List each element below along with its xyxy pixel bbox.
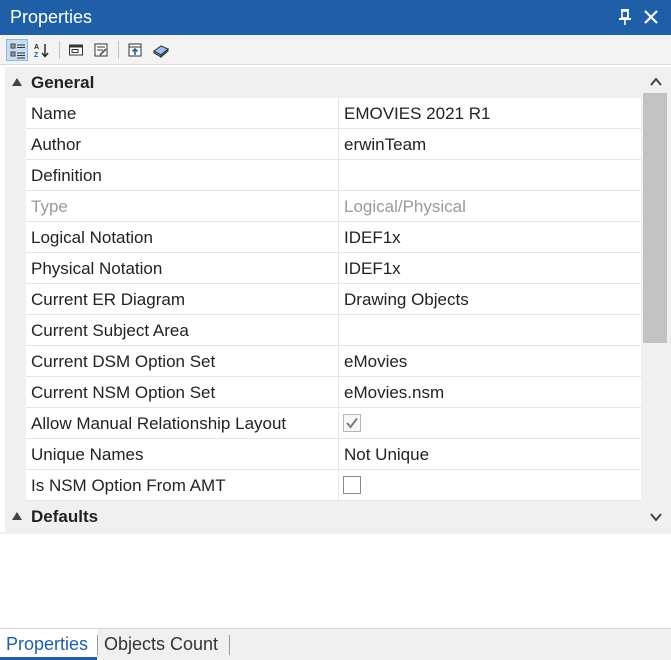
tab-label: Objects Count [104, 634, 219, 654]
category-defaults[interactable]: Defaults [5, 501, 641, 532]
property-name: Current Subject Area [31, 321, 189, 340]
property-row-type: Type Logical/Physical [5, 191, 641, 222]
description-area [0, 532, 671, 628]
property-row-name[interactable]: Name EMOVIES 2021 R1 [5, 98, 641, 129]
close-icon [644, 10, 658, 24]
properties-panel: Properties A Z General Name EMOVIES 2021… [0, 0, 671, 660]
category-label: Defaults [31, 507, 99, 526]
vertical-scrollbar[interactable] [641, 67, 671, 532]
property-name: Name [31, 104, 77, 123]
property-value[interactable]: EMOVIES 2021 R1 [344, 104, 490, 124]
svg-text:Z: Z [34, 52, 39, 58]
property-row-current-er-diagram[interactable]: Current ER Diagram Drawing Objects [5, 284, 641, 315]
property-value[interactable]: Drawing Objects [344, 290, 469, 310]
property-row-current-subject-area[interactable]: Current Subject Area [5, 315, 641, 346]
scroll-down-icon[interactable] [649, 510, 663, 524]
property-name: Logical Notation [31, 228, 153, 247]
book-button[interactable] [150, 39, 172, 61]
property-row-author[interactable]: Author erwinTeam [5, 129, 641, 160]
allow-manual-layout-checkbox[interactable] [343, 414, 361, 432]
category-label: General [31, 73, 95, 92]
property-row-current-dsm-option-set[interactable]: Current DSM Option Set eMovies [5, 346, 641, 377]
nsm-option-from-amt-checkbox[interactable] [343, 476, 361, 494]
property-grid: General Name EMOVIES 2021 R1 Author erwi… [5, 67, 641, 532]
property-row-logical-notation[interactable]: Logical Notation IDEF1x [5, 222, 641, 253]
property-name: Current DSM Option Set [31, 352, 216, 371]
export-icon [128, 43, 142, 57]
property-value[interactable]: IDEF1x [344, 228, 401, 248]
panel-title: Properties [10, 7, 93, 27]
property-row-allow-manual-relationship-layout[interactable]: Allow Manual Relationship Layout [5, 408, 641, 439]
property-value[interactable]: eMovies.nsm [344, 383, 444, 403]
property-row-definition[interactable]: Definition [5, 160, 641, 191]
property-pages-button[interactable] [90, 39, 112, 61]
collapse-triangle-icon[interactable] [12, 78, 22, 86]
property-row-current-nsm-option-set[interactable]: Current NSM Option Set eMovies.nsm [5, 377, 641, 408]
pin-icon [619, 9, 631, 25]
property-value[interactable]: erwinTeam [344, 135, 426, 155]
property-name: Current ER Diagram [31, 290, 185, 309]
property-name: Current NSM Option Set [31, 383, 216, 402]
property-row-unique-names[interactable]: Unique Names Not Unique [5, 439, 641, 470]
tab-properties[interactable]: Properties [0, 629, 97, 660]
scrollbar-thumb[interactable] [643, 93, 667, 343]
property-name: Author [31, 135, 82, 154]
toolbar: A Z [0, 35, 671, 65]
property-value[interactable]: eMovies [344, 352, 407, 372]
property-value: Logical/Physical [344, 197, 466, 216]
property-name: Type [31, 197, 68, 216]
category-general[interactable]: General [5, 67, 641, 98]
property-value[interactable]: Not Unique [344, 445, 429, 465]
tab-label: Properties [6, 634, 89, 654]
collapse-triangle-icon[interactable] [12, 512, 22, 520]
title-bar[interactable]: Properties [0, 0, 671, 35]
property-value[interactable]: IDEF1x [344, 259, 401, 279]
categorized-icon [10, 43, 25, 59]
export-button[interactable] [124, 39, 146, 61]
alphabetical-button[interactable]: A Z [31, 39, 53, 61]
property-row-physical-notation[interactable]: Physical Notation IDEF1x [5, 253, 641, 284]
property-pages-icon [94, 43, 108, 57]
property-name: Definition [31, 166, 102, 185]
checkmark-icon [346, 417, 358, 429]
pin-button[interactable] [614, 5, 636, 29]
property-name: Unique Names [31, 445, 144, 464]
book-icon [153, 45, 169, 58]
property-row-is-nsm-option-from-amt[interactable]: Is NSM Option From AMT [5, 470, 641, 501]
object-icon [69, 44, 83, 56]
tab-objects-count[interactable]: Objects Count [98, 629, 229, 660]
close-button[interactable] [640, 5, 662, 29]
property-name: Physical Notation [31, 259, 163, 278]
object-button[interactable] [65, 39, 87, 61]
tab-bar: Properties Objects Count [0, 628, 671, 660]
svg-text:A: A [34, 44, 39, 51]
categorized-button[interactable] [6, 39, 28, 61]
property-name: Allow Manual Relationship Layout [31, 414, 287, 433]
scroll-up-icon[interactable] [649, 75, 663, 89]
alphabetical-icon: A Z [34, 44, 49, 58]
property-name: Is NSM Option From AMT [31, 476, 226, 495]
